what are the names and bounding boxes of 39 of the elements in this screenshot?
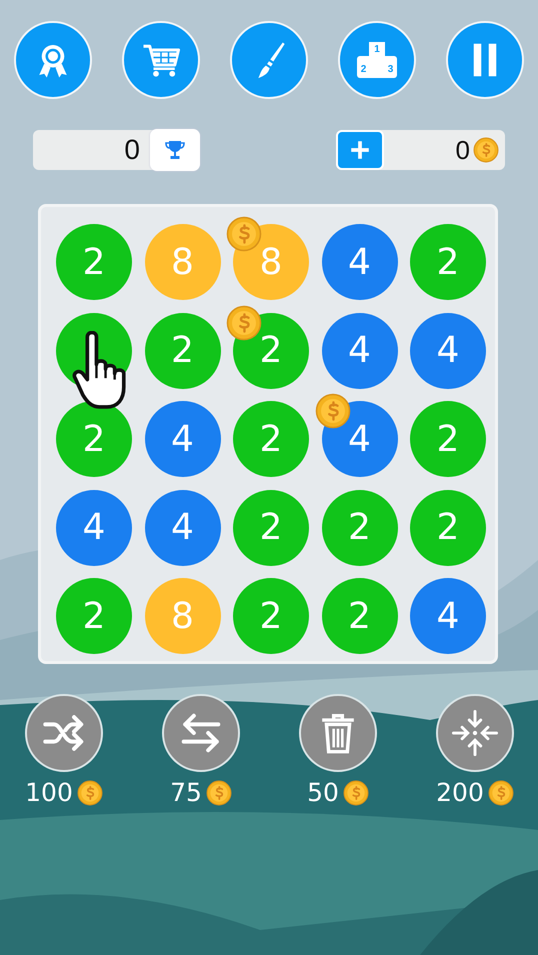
number-tile[interactable]: 4 xyxy=(322,312,398,388)
number-tile[interactable]: 2 xyxy=(56,224,132,300)
coin-icon xyxy=(488,780,514,806)
number-tile[interactable]: 2 xyxy=(233,490,309,566)
number-tile[interactable]: 2 xyxy=(144,312,220,388)
number-tile[interactable]: 4 xyxy=(56,490,132,566)
trophy-icon xyxy=(163,138,187,162)
best-score: 0 xyxy=(124,134,140,166)
coin-count: 0 xyxy=(456,134,470,166)
number-tile[interactable]: 4 xyxy=(410,578,486,654)
number-tile[interactable]: 4 xyxy=(144,401,220,477)
price-label: 100 xyxy=(25,778,73,807)
number-tile[interactable]: 2 xyxy=(233,578,309,654)
coin-icon xyxy=(473,137,499,163)
coin-icon xyxy=(206,780,232,806)
add-coins-button[interactable] xyxy=(336,130,384,170)
number-tile[interactable]: 2 xyxy=(322,578,398,654)
rank-label: 1 xyxy=(369,42,385,78)
coin-icon xyxy=(342,780,369,806)
number-tile[interactable]: 4 xyxy=(410,312,486,388)
number-tile[interactable]: 2 xyxy=(410,490,486,566)
price-label: 75 xyxy=(170,778,202,807)
number-tile[interactable]: 2 xyxy=(410,401,486,477)
number-tile[interactable]: 4 xyxy=(144,490,220,566)
number-tile[interactable]: 8 xyxy=(144,224,220,300)
number-tile[interactable]: 2 xyxy=(56,401,132,477)
number-tile[interactable]: 8 xyxy=(144,578,220,654)
converging-arrows-icon xyxy=(452,710,498,756)
number-tile[interactable]: 2 xyxy=(56,578,132,654)
number-tile[interactable]: 2 xyxy=(410,224,486,300)
coin-icon xyxy=(76,780,103,806)
rank-label: 3 xyxy=(384,56,397,78)
price-label: 50 xyxy=(307,778,339,807)
number-tile[interactable]: 2 xyxy=(233,401,309,477)
number-tile[interactable]: 4 xyxy=(322,224,398,300)
price-label: 200 xyxy=(436,778,484,807)
number-tile[interactable]: 2 xyxy=(322,490,398,566)
rank-label: 2 xyxy=(357,56,370,78)
plus-icon xyxy=(349,139,371,161)
